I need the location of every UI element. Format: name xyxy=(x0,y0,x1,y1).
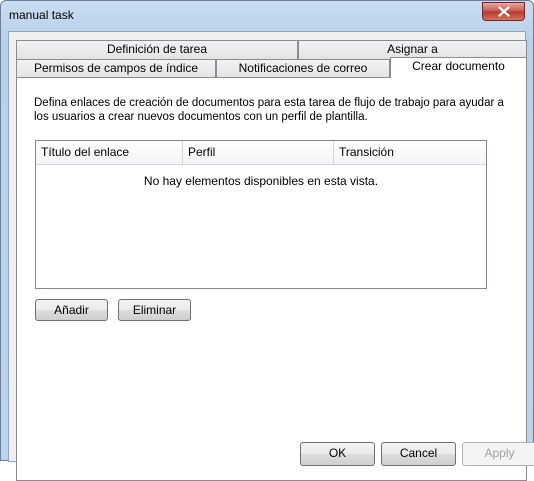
empty-list-message: No hay elementos disponibles en esta vis… xyxy=(143,174,379,188)
dialog-window: manual task Definición de tarea Asignar … xyxy=(0,0,534,481)
column-header-titulo[interactable]: Título del enlace xyxy=(36,141,183,164)
title-bar[interactable]: manual task xyxy=(1,1,533,31)
column-header-perfil[interactable]: Perfil xyxy=(183,141,334,164)
tab-definicion-de-tarea[interactable]: Definición de tarea xyxy=(16,40,298,59)
tab-label: Asignar a xyxy=(387,42,438,56)
window-title: manual task xyxy=(9,8,74,22)
tab-label: Notificaciones de correo xyxy=(238,61,368,75)
close-button[interactable] xyxy=(482,2,525,21)
tab-panel-crear-documento: Defina enlaces de creación de documentos… xyxy=(16,77,527,481)
apply-button[interactable]: Apply xyxy=(462,442,534,466)
tab-label: Permisos de campos de índice xyxy=(33,61,199,75)
tab-permisos-de-campos[interactable]: Permisos de campos de índice xyxy=(16,59,216,78)
delete-button[interactable]: Eliminar xyxy=(118,299,191,321)
tab-label: Crear documento xyxy=(412,59,505,73)
list-header: Título del enlace Perfil Transición xyxy=(36,141,486,165)
ok-button[interactable]: OK xyxy=(300,442,375,466)
panel-description: Defina enlaces de creación de documentos… xyxy=(34,97,504,123)
tab-crear-documento[interactable]: Crear documento xyxy=(390,57,527,78)
tab-notificaciones-de-correo[interactable]: Notificaciones de correo xyxy=(216,59,390,78)
close-icon xyxy=(497,6,510,17)
column-header-transicion[interactable]: Transición xyxy=(334,141,486,164)
tab-label: Definición de tarea xyxy=(106,42,208,56)
dialog-client-area: Definición de tarea Asignar a Permisos d… xyxy=(8,31,534,481)
cancel-button[interactable]: Cancel xyxy=(381,442,456,466)
links-list-view[interactable]: Título del enlace Perfil Transición No h… xyxy=(35,140,487,289)
add-button[interactable]: Añadir xyxy=(35,299,108,321)
